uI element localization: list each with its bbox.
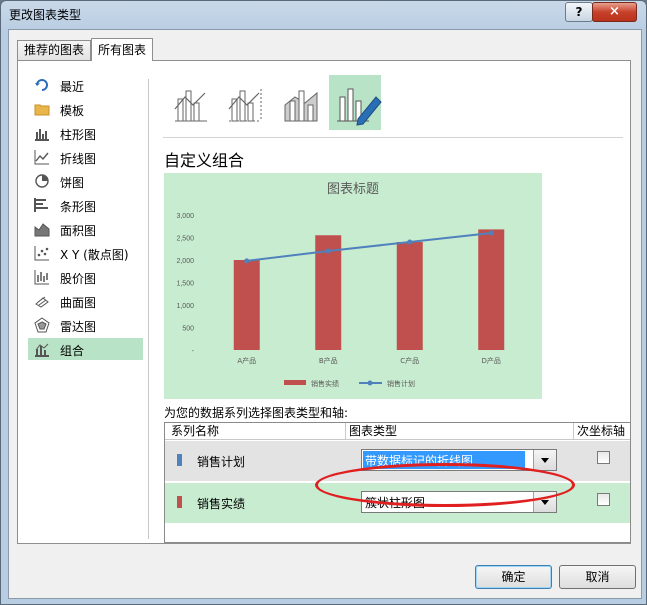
category-column[interactable]: 柱形图 (28, 122, 143, 144)
red-highlight-circle (315, 463, 575, 507)
chart-title: 图表标题 (327, 181, 379, 196)
custom-combo-icon (337, 88, 382, 126)
category-pie[interactable]: 饼图 (28, 170, 143, 192)
legend-label: 销售实绩 (311, 379, 339, 388)
subtype-column-line[interactable] (165, 75, 217, 130)
secondary-axis-checkbox[interactable] (597, 451, 610, 464)
line-chart-icon (34, 150, 49, 165)
dialog-title: 更改图表类型 (9, 8, 82, 22)
category-line[interactable]: 折线图 (28, 146, 143, 168)
line-marker (325, 248, 331, 254)
category-bar[interactable]: 条形图 (28, 194, 143, 216)
pie-chart-icon (35, 174, 49, 188)
y-tick-label: 1,000 (176, 303, 194, 310)
x-tick-label: A产品 (237, 356, 256, 365)
line-marker (407, 239, 413, 245)
bar-chart-icon (34, 198, 48, 212)
category-label: 模板 (60, 104, 85, 118)
cancel-button[interactable]: 取消 (559, 565, 636, 589)
series-name: 销售计划 (197, 455, 246, 469)
scatter-chart-icon (34, 246, 49, 261)
secondary-axis-checkbox[interactable] (597, 493, 610, 506)
bar (396, 242, 423, 350)
folder-icon (34, 104, 50, 116)
category-label: 曲面图 (60, 296, 97, 310)
series-color-swatch (177, 496, 182, 508)
close-button[interactable]: × (592, 2, 637, 22)
column-chart-icon (35, 129, 49, 141)
legend-swatch (284, 380, 306, 385)
series-name: 销售实绩 (197, 497, 246, 511)
y-tick-label: 500 (182, 326, 194, 333)
change-chart-type-dialog: 更改图表类型 ? × 推荐的图表 所有图表 最近 模板 柱形图 折线图 饼图 条… (0, 0, 647, 605)
combo-column-line-secondary-icon (228, 89, 262, 122)
line-marker (244, 258, 250, 264)
y-tick-label: 2,500 (176, 236, 194, 243)
category-scatter[interactable]: X Y (散点图) (28, 242, 143, 264)
subtype-column-line-secondary[interactable] (219, 75, 271, 130)
surface-chart-icon (35, 296, 49, 308)
chevron-down-icon[interactable] (533, 450, 556, 470)
y-tick-label: 2,000 (176, 258, 194, 265)
y-tick-label: - (192, 348, 195, 355)
section-title: 自定义组合 (164, 151, 245, 170)
category-area[interactable]: 面积图 (28, 218, 143, 240)
chart-preview: 图表标题 3,000 2,500 2,000 1,500 1,000 500 - A产品 B产品 C… (164, 173, 542, 399)
column-header-series-name: 系列名称 (171, 424, 220, 438)
title-bar[interactable]: 更改图表类型 ? × (1, 1, 646, 29)
combo-chart: 图表标题 3,000 2,500 2,000 1,500 1,000 500 - A产品 B产品 C… (176, 181, 505, 388)
category-recent[interactable]: 最近 (28, 74, 143, 96)
y-tick-label: 3,000 (176, 213, 194, 220)
category-label: 面积图 (60, 224, 97, 238)
recent-icon (35, 79, 48, 91)
tab-recommended-charts[interactable]: 推荐的图表 (17, 40, 92, 60)
combo-column-line-icon (174, 90, 207, 122)
category-label: 条形图 (60, 200, 97, 214)
category-stock[interactable]: 股价图 (28, 266, 143, 288)
radar-chart-icon (34, 317, 50, 333)
line-series (246, 232, 492, 262)
dialog-body: 推荐的图表 所有图表 最近 模板 柱形图 折线图 饼图 条形图 面积图 X Y … (8, 29, 642, 599)
x-tick-label: D产品 (482, 356, 501, 365)
category-radar[interactable]: 雷达图 (28, 314, 143, 336)
category-label: 饼图 (60, 176, 85, 190)
tab-all-charts[interactable]: 所有图表 (91, 38, 154, 61)
category-label: 组合 (60, 344, 85, 358)
category-combo[interactable]: 组合 (28, 338, 143, 360)
combo-area-column-icon (284, 90, 318, 122)
bar (233, 260, 260, 350)
category-surface[interactable]: 曲面图 (28, 290, 143, 312)
combo-chart-icon (35, 343, 49, 357)
bar (478, 229, 505, 350)
category-label: 最近 (60, 80, 85, 94)
category-label: 雷达图 (60, 320, 97, 334)
column-header-chart-type: 图表类型 (345, 423, 397, 439)
category-label: 柱形图 (60, 128, 97, 142)
subtype-area-column[interactable] (275, 75, 327, 130)
header-divider (165, 439, 630, 440)
stock-chart-icon (34, 270, 49, 285)
help-button[interactable]: ? (565, 2, 593, 22)
section-divider (163, 137, 623, 138)
series-color-swatch (177, 454, 182, 466)
area-chart-icon (34, 223, 50, 237)
line-marker (488, 230, 494, 236)
x-tick-label: B产品 (319, 356, 338, 365)
ok-button[interactable]: 确定 (475, 565, 552, 589)
y-tick-label: 1,500 (176, 281, 194, 288)
series-prompt: 为您的数据系列选择图表类型和轴: (164, 406, 349, 420)
subtype-custom-combo[interactable] (329, 75, 382, 130)
legend-marker (367, 380, 373, 386)
category-label: X Y (散点图) (60, 248, 129, 262)
x-tick-label: C产品 (400, 356, 419, 365)
column-header-secondary-axis: 次坐标轴 (573, 423, 625, 439)
legend-label: 销售计划 (387, 379, 415, 388)
category-label: 折线图 (60, 152, 97, 166)
category-templates[interactable]: 模板 (28, 98, 143, 120)
panel-divider (148, 79, 149, 539)
category-label: 股价图 (60, 272, 97, 286)
